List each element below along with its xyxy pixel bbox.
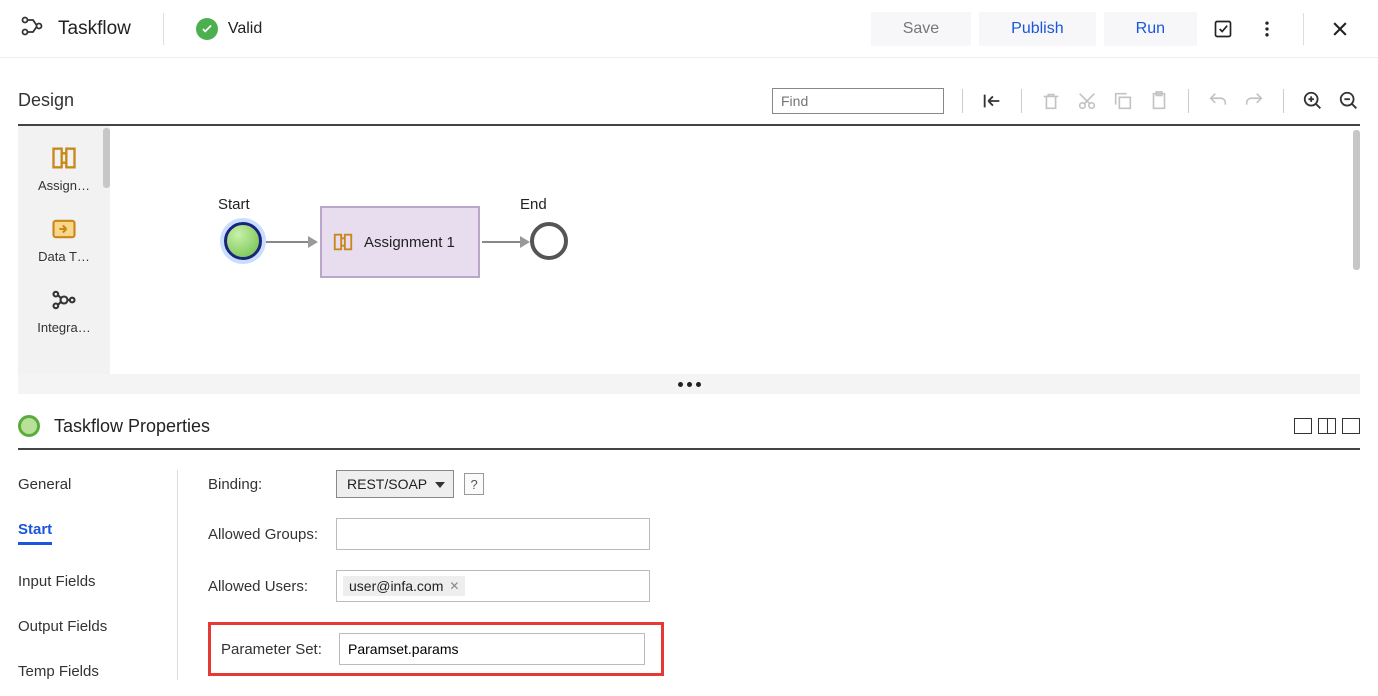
- properties-title: Taskflow Properties: [54, 416, 210, 437]
- flow-canvas[interactable]: Start Assignment 1 End: [110, 126, 1360, 374]
- end-node[interactable]: [530, 222, 568, 260]
- check-circle-icon: [196, 18, 218, 40]
- design-section-header: Design: [18, 76, 1360, 126]
- tab-temp-fields[interactable]: Temp Fields: [18, 663, 177, 680]
- layout-single-icon[interactable]: [1294, 418, 1312, 434]
- end-node-label: End: [520, 196, 547, 213]
- data-task-icon: [50, 215, 78, 243]
- canvas-scrollbar[interactable]: [1353, 130, 1360, 270]
- layout-split-icon[interactable]: [1318, 418, 1336, 434]
- parameter-set-input[interactable]: [339, 633, 645, 665]
- run-button[interactable]: Run: [1104, 12, 1197, 46]
- collapse-left-icon[interactable]: [981, 90, 1003, 112]
- top-bar: Taskflow Valid Save Publish Run: [0, 0, 1378, 58]
- properties-panel: Taskflow Properties General Start Input …: [18, 404, 1360, 680]
- cut-icon: [1076, 90, 1098, 112]
- parameter-set-label: Parameter Set:: [221, 641, 339, 658]
- arrow-icon: [520, 236, 530, 248]
- palette-item-data-task[interactable]: Data T…: [24, 215, 104, 264]
- palette-item-integration[interactable]: Integra…: [24, 286, 104, 335]
- user-tag: user@infa.com ✕: [343, 576, 465, 596]
- save-button[interactable]: Save: [871, 12, 971, 46]
- user-tag-text: user@infa.com: [349, 578, 443, 594]
- node-palette: Assign… Data T… Integra…: [18, 126, 110, 374]
- arrow-icon: [308, 236, 318, 248]
- palette-item-label: Integra…: [24, 320, 104, 335]
- assignment-icon: [332, 231, 354, 253]
- assignment-node[interactable]: Assignment 1: [320, 206, 480, 278]
- palette-item-label: Data T…: [24, 249, 104, 264]
- connector: [266, 241, 314, 243]
- validate-icon-button[interactable]: [1205, 11, 1241, 47]
- zoom-out-icon[interactable]: [1338, 90, 1360, 112]
- design-canvas-area: Assign… Data T… Integra… Start Assignmen…: [18, 126, 1360, 374]
- panel-drag-handle[interactable]: [18, 374, 1360, 394]
- tab-general[interactable]: General: [18, 476, 177, 493]
- allowed-groups-input[interactable]: [336, 518, 650, 550]
- start-node-label: Start: [218, 196, 250, 213]
- paste-icon: [1148, 90, 1170, 112]
- tab-output-fields[interactable]: Output Fields: [18, 618, 177, 635]
- zoom-in-icon[interactable]: [1302, 90, 1324, 112]
- binding-label: Binding:: [208, 476, 336, 493]
- design-title: Design: [18, 90, 74, 111]
- layout-max-icon[interactable]: [1342, 418, 1360, 434]
- tab-start[interactable]: Start: [18, 521, 52, 545]
- app-title: Taskflow: [58, 18, 131, 40]
- start-node[interactable]: [224, 222, 262, 260]
- taskflow-icon: [20, 14, 44, 43]
- palette-item-assignment[interactable]: Assign…: [24, 144, 104, 193]
- close-button[interactable]: [1322, 11, 1358, 47]
- palette-item-label: Assign…: [24, 178, 104, 193]
- palette-scrollbar[interactable]: [103, 128, 110, 188]
- status-badge: Valid: [196, 18, 262, 40]
- start-node-indicator-icon: [18, 415, 40, 437]
- trash-icon: [1040, 90, 1062, 112]
- publish-button[interactable]: Publish: [979, 12, 1095, 46]
- status-text: Valid: [228, 20, 262, 38]
- more-menu-button[interactable]: [1249, 11, 1285, 47]
- find-input[interactable]: [772, 88, 944, 114]
- allowed-users-input[interactable]: user@infa.com ✕: [336, 570, 650, 602]
- integration-icon: [50, 286, 78, 314]
- properties-tabs: General Start Input Fields Output Fields…: [18, 470, 178, 680]
- assignment-icon: [50, 144, 78, 172]
- copy-icon: [1112, 90, 1134, 112]
- allowed-users-label: Allowed Users:: [208, 578, 336, 595]
- binding-select[interactable]: REST/SOAP: [336, 470, 454, 498]
- properties-form: Binding: REST/SOAP ? Allowed Groups: All…: [178, 470, 664, 680]
- allowed-groups-label: Allowed Groups:: [208, 526, 336, 543]
- remove-tag-icon[interactable]: ✕: [449, 579, 459, 593]
- assignment-node-label: Assignment 1: [364, 234, 455, 251]
- undo-icon: [1207, 90, 1229, 112]
- tab-input-fields[interactable]: Input Fields: [18, 573, 177, 590]
- parameter-set-row-highlight: Parameter Set:: [208, 622, 664, 676]
- redo-icon: [1243, 90, 1265, 112]
- help-icon-button[interactable]: ?: [464, 473, 484, 495]
